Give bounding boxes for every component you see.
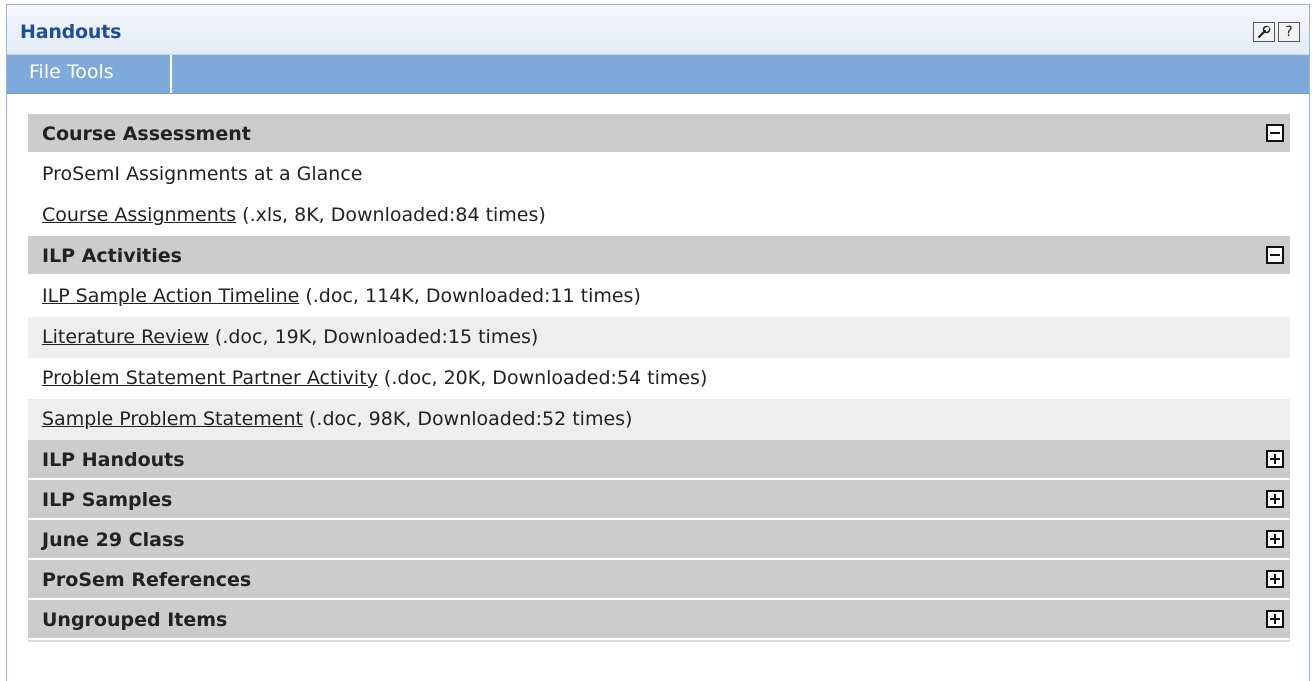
help-button[interactable]: ? (1278, 22, 1300, 42)
panel-titlebar: Handouts ? (7, 5, 1309, 55)
group-title: ILP Activities (42, 245, 182, 267)
group-header-ilp-handouts[interactable]: ILP Handouts (28, 440, 1290, 480)
handouts-panel: Handouts ? File Tools Course Assessment … (6, 4, 1310, 681)
file-link[interactable]: ILP Sample Action Timeline (42, 285, 299, 307)
group-header-prosem-references[interactable]: ProSem References (28, 560, 1290, 600)
group-title: June 29 Class (42, 529, 185, 551)
group-header-ilp-samples[interactable]: ILP Samples (28, 480, 1290, 520)
group-title: ILP Samples (42, 489, 173, 511)
expand-icon[interactable] (1266, 450, 1284, 468)
file-link[interactable]: Sample Problem Statement (42, 408, 303, 430)
divider (28, 640, 1290, 642)
file-meta: (.doc, 20K, Downloaded:54 times) (377, 367, 708, 389)
file-meta: (.xls, 8K, Downloaded:84 times) (236, 204, 546, 226)
file-groups: Course Assessment ProSemI Assignments at… (28, 114, 1290, 642)
panel-title: Handouts (20, 21, 122, 43)
file-link[interactable]: Problem Statement Partner Activity (42, 367, 378, 389)
expand-icon[interactable] (1266, 570, 1284, 588)
tab-bar: File Tools (7, 55, 1309, 94)
file-meta: (.doc, 98K, Downloaded:52 times) (302, 408, 633, 430)
expand-icon[interactable] (1266, 610, 1284, 628)
group-header-ungrouped-items[interactable]: Ungrouped Items (28, 600, 1290, 640)
group-title: ILP Handouts (42, 449, 185, 471)
file-link[interactable]: Course Assignments (42, 204, 236, 226)
tools-button[interactable] (1253, 22, 1275, 42)
group-title: Course Assessment (42, 123, 251, 145)
group-title: Ungrouped Items (42, 609, 228, 631)
group-header-course-assessment[interactable]: Course Assessment (28, 114, 1290, 154)
collapse-icon[interactable] (1266, 124, 1284, 142)
group-header-june-29-class[interactable]: June 29 Class (28, 520, 1290, 560)
file-meta: (.doc, 114K, Downloaded:11 times) (299, 285, 641, 307)
list-item: ProSemI Assignments at a Glance (28, 154, 1290, 195)
expand-icon[interactable] (1266, 530, 1284, 548)
list-item: Literature Review (.doc, 19K, Downloaded… (28, 317, 1290, 358)
group-title: ProSem References (42, 569, 252, 591)
file-meta: (.doc, 19K, Downloaded:15 times) (208, 326, 539, 348)
item-text: ProSemI Assignments at a Glance (42, 163, 363, 185)
group-header-ilp-activities[interactable]: ILP Activities (28, 236, 1290, 276)
list-item: Sample Problem Statement (.doc, 98K, Dow… (28, 399, 1290, 440)
tab-file-tools[interactable]: File Tools (7, 55, 172, 93)
wrench-icon (1257, 25, 1271, 43)
file-link[interactable]: Literature Review (42, 326, 209, 348)
list-item: ILP Sample Action Timeline (.doc, 114K, … (28, 276, 1290, 317)
expand-icon[interactable] (1266, 490, 1284, 508)
list-item: Problem Statement Partner Activity (.doc… (28, 358, 1290, 399)
collapse-icon[interactable] (1266, 246, 1284, 264)
list-item: Course Assignments (.xls, 8K, Downloaded… (28, 195, 1290, 236)
